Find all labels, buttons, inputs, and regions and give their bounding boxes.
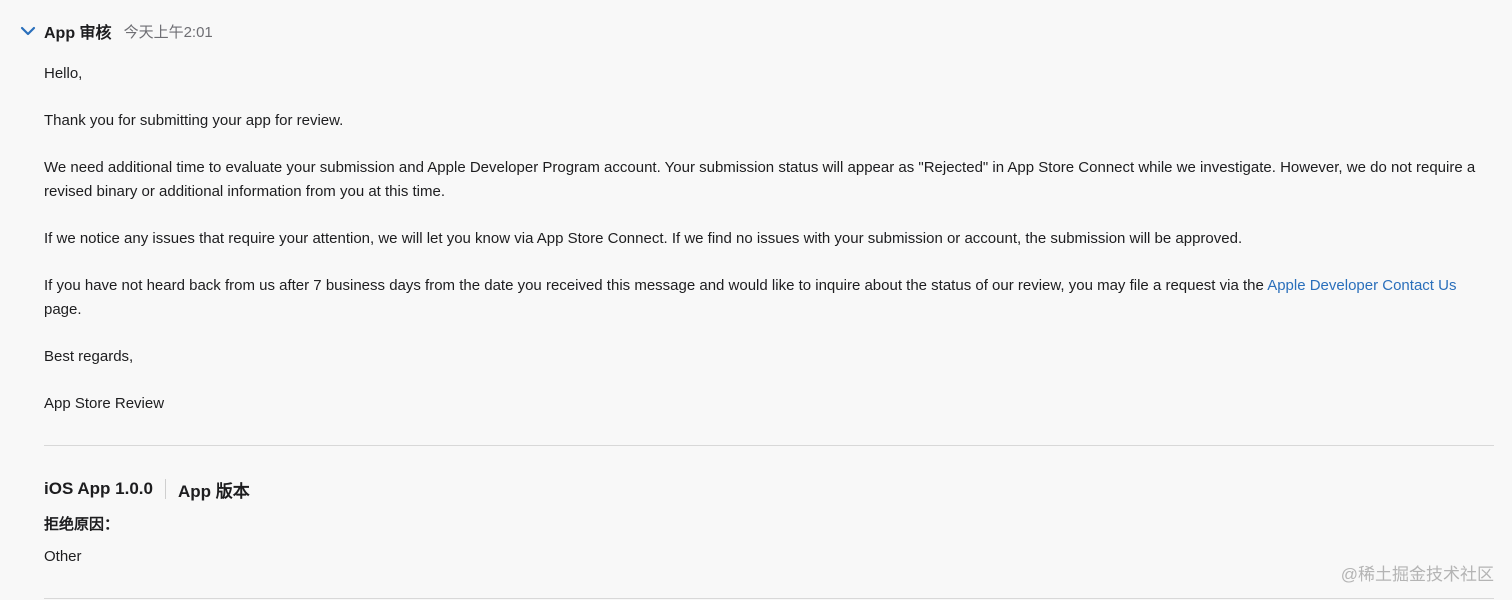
watermark: @稀土掘金技术社区: [1340, 565, 1494, 584]
paragraph-thanks: Thank you for submitting your app for re…: [44, 112, 344, 129]
rejection-reason-value: Other: [44, 548, 82, 565]
sender-name: App 审核: [44, 25, 112, 42]
message-header: App 审核 今天上午2:01: [18, 18, 213, 44]
paragraph-evaluation: We need additional time to evaluate your…: [44, 159, 1476, 200]
paragraph-notice: If we notice any issues that require you…: [44, 230, 1243, 247]
chevron-down-icon[interactable]: [18, 21, 38, 41]
message-timestamp: 今天上午2:01: [123, 23, 213, 41]
version-info: iOS App 1.0.0 App 版本: [44, 476, 250, 502]
closing: Best regards,: [44, 348, 134, 365]
divider-bottom: [44, 598, 1494, 599]
contact-text-before: If you have not heard back from us after…: [44, 277, 1268, 294]
version-separator: [164, 479, 166, 499]
message-thread: App 审核 今天上午2:01 Hello, Thank you for sub…: [0, 0, 1512, 600]
apple-developer-contact-link[interactable]: Apple Developer Contact Us: [1267, 277, 1456, 294]
paragraph-contact: If you have not heard back from us after…: [44, 274, 1494, 322]
rejection-reason-label: 拒绝原因：: [44, 516, 120, 533]
message-body: Hello, Thank you for submitting your app…: [44, 62, 1494, 439]
greeting: Hello,: [44, 65, 83, 82]
app-version-type: App 版本: [177, 481, 250, 501]
app-version-name: iOS App 1.0.0: [44, 479, 153, 498]
divider: [44, 445, 1494, 446]
contact-text-after: page.: [44, 301, 82, 318]
signature: App Store Review: [44, 395, 165, 412]
